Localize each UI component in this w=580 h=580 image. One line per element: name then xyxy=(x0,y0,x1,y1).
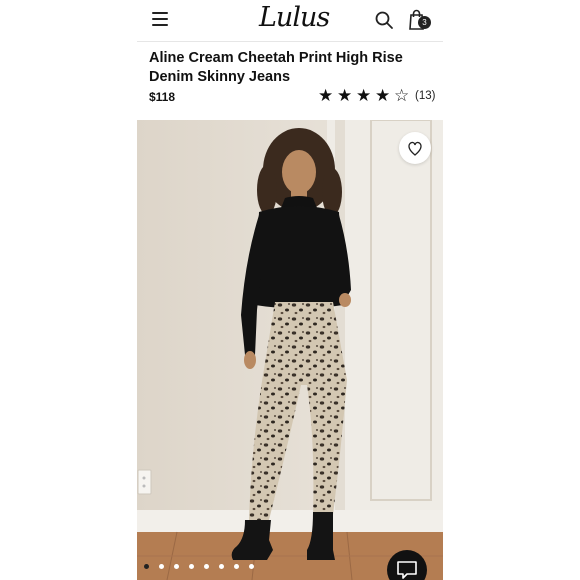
star-filled-icon: ★ xyxy=(356,86,372,106)
image-carousel-indicators xyxy=(144,564,264,572)
star-filled-icon: ★ xyxy=(318,86,334,106)
header-bar: Lulus 3 xyxy=(137,0,443,42)
product-price: $118 xyxy=(149,90,176,104)
hamburger-menu-icon[interactable] xyxy=(152,12,168,26)
product-title: Aline Cream Cheetah Print High Rise Deni… xyxy=(149,50,403,85)
carousel-dot[interactable] xyxy=(204,564,209,569)
carousel-dot[interactable] xyxy=(219,564,224,569)
carousel-dot[interactable] xyxy=(249,564,254,569)
carousel-dot[interactable] xyxy=(159,564,164,569)
carousel-dot[interactable] xyxy=(189,564,194,569)
favorite-heart-button[interactable] xyxy=(399,132,431,164)
review-count[interactable]: (13) xyxy=(415,90,435,102)
carousel-dot[interactable] xyxy=(144,564,149,569)
chat-button[interactable] xyxy=(387,550,427,580)
brand-logo[interactable]: Lulus xyxy=(259,2,330,33)
carousel-dot[interactable] xyxy=(174,564,179,569)
product-page: Lulus 3 Aline Cream Cheetah Print High R… xyxy=(137,0,443,580)
product-image[interactable] xyxy=(137,120,443,580)
cart-count-badge: 3 xyxy=(418,16,431,29)
star-filled-icon: ★ xyxy=(375,86,391,106)
star-empty-icon: ☆ xyxy=(394,86,410,106)
star-filled-icon: ★ xyxy=(337,86,353,106)
carousel-dot[interactable] xyxy=(234,564,239,569)
heart-icon xyxy=(408,141,422,156)
chat-bubble-icon xyxy=(397,561,417,579)
search-icon[interactable] xyxy=(374,10,394,30)
